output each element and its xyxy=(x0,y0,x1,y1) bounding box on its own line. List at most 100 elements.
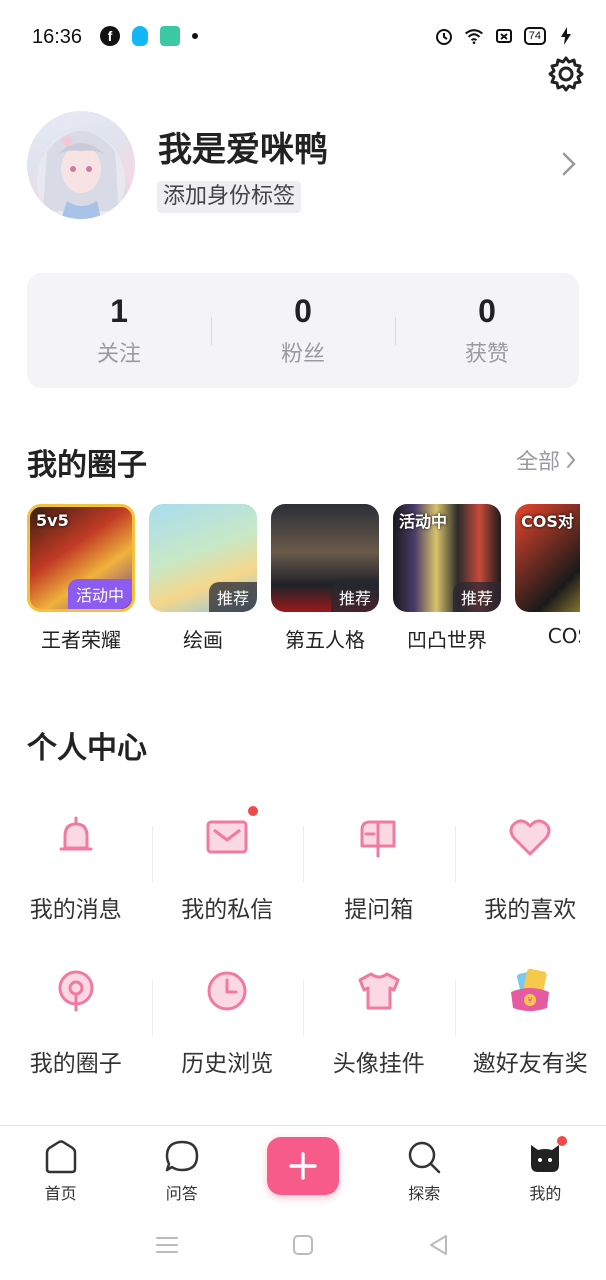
nav-mine-label: 我的 xyxy=(529,1184,562,1203)
stat-following[interactable]: 1 关注 xyxy=(27,273,211,388)
personal-center-title: 个人中心 xyxy=(27,731,147,766)
mail-icon xyxy=(206,820,248,854)
circle-item-huihua[interactable]: 推荐 绘画 xyxy=(149,504,257,654)
circle-item-cos[interactable]: COS对 推 COS xyxy=(515,504,580,654)
circle-pin-icon xyxy=(58,970,94,1012)
circle-name: COS xyxy=(547,624,580,648)
facebook-icon: f xyxy=(100,26,120,46)
grid-row: 我的圈子 历史浏览 头像挂件 ¥ 邀好友有奖 xyxy=(0,954,606,1104)
grid-label: 我的圈子 xyxy=(29,1051,122,1077)
notification-dot-icon xyxy=(557,1136,568,1146)
stats-card: 1 关注 0 粉丝 0 获赞 xyxy=(27,273,579,388)
clock-icon xyxy=(207,971,247,1011)
stat-following-label: 关注 xyxy=(96,342,141,367)
stat-followers-label: 粉丝 xyxy=(280,342,325,367)
stat-following-value: 1 xyxy=(110,293,128,329)
avatar-illustration xyxy=(37,131,125,219)
stat-likes-value: 0 xyxy=(478,293,496,329)
stat-followers-value: 0 xyxy=(294,293,312,329)
unread-dot-icon xyxy=(246,804,261,818)
battery-icon: 74 xyxy=(523,27,546,45)
stat-likes[interactable]: 0 获赞 xyxy=(395,273,579,388)
circles-all-button[interactable]: 全部 xyxy=(516,444,576,476)
invite-friends-button[interactable]: ¥ 邀好友有奖 xyxy=(454,954,606,1104)
grid-label: 我的消息 xyxy=(29,897,122,923)
circle-item-wangzhe[interactable]: 5v5 活动中 王者荣耀 xyxy=(27,504,135,654)
bottom-nav: 首页 问答 探索 我的 xyxy=(0,1125,606,1210)
grid-label: 我的喜欢 xyxy=(484,897,577,923)
mailbox-icon xyxy=(360,820,396,858)
home-square-icon[interactable] xyxy=(290,1232,316,1258)
circles-row[interactable]: 5v5 活动中 王者荣耀 推荐 绘画 推荐 第五人格 活动中 推荐 凹凸世界 C… xyxy=(27,504,580,654)
heart-icon xyxy=(509,819,551,856)
circle-name: 绘画 xyxy=(183,628,223,652)
nav-mine[interactable]: 我的 xyxy=(485,1126,606,1210)
grid-label: 邀好友有奖 xyxy=(472,1051,588,1077)
nav-explore-label: 探索 xyxy=(408,1184,441,1203)
circle-name: 王者荣耀 xyxy=(41,628,121,652)
my-private-messages-button[interactable]: 我的私信 xyxy=(151,800,304,950)
stat-followers[interactable]: 0 粉丝 xyxy=(211,273,395,388)
profile-name[interactable]: 我是爱咪鸭 xyxy=(158,122,328,171)
alarm-icon xyxy=(435,29,452,45)
nav-qa-label: 问答 xyxy=(165,1184,198,1203)
my-circles-button[interactable]: 我的圈子 xyxy=(0,954,152,1104)
my-circles-title: 我的圈子 xyxy=(27,448,147,483)
circle-thumb: 推荐 xyxy=(149,504,257,612)
home-icon xyxy=(45,1140,76,1174)
circle-thumb: 5v5 活动中 xyxy=(27,504,135,612)
grid-label: 我的私信 xyxy=(181,897,274,923)
stat-likes-label: 获赞 xyxy=(464,342,509,367)
circle-item-diwurenge[interactable]: 推荐 第五人格 xyxy=(271,504,379,654)
grid-row: 我的消息 我的私信 提问箱 我的喜欢 xyxy=(0,800,606,950)
system-nav-bar xyxy=(0,1210,606,1280)
circle-badge: 推荐 xyxy=(452,582,501,612)
nav-post[interactable] xyxy=(242,1126,363,1210)
nav-home-label: 首页 xyxy=(44,1184,77,1203)
grid-label: 头像挂件 xyxy=(332,1051,425,1077)
avatar[interactable] xyxy=(27,111,135,219)
nav-explore[interactable]: 探索 xyxy=(364,1126,485,1210)
circle-item-aotu[interactable]: 活动中 推荐 凹凸世界 xyxy=(393,504,501,654)
status-icons-right: 74 xyxy=(434,26,576,46)
settings-gear-icon[interactable] xyxy=(546,54,586,94)
circle-thumb: 活动中 推荐 xyxy=(393,504,501,612)
question-box-button[interactable]: 提问箱 xyxy=(303,800,455,950)
my-messages-button[interactable]: 我的消息 xyxy=(0,800,152,950)
circle-thumb-text: 活动中 xyxy=(399,512,448,531)
chat-icon xyxy=(165,1140,199,1172)
circle-name: 凹凸世界 xyxy=(407,628,487,652)
avatar-pendant-button[interactable]: 头像挂件 xyxy=(303,954,455,1104)
gift-icon: ¥ xyxy=(511,968,550,1011)
circle-badge: 推荐 xyxy=(208,582,257,612)
back-triangle-icon[interactable] xyxy=(426,1232,452,1258)
personal-center-grid: 我的消息 我的私信 提问箱 我的喜欢 我的圈子 历史浏览 头像挂件 ¥ 邀好友有… xyxy=(0,800,606,1104)
grid-label: 历史浏览 xyxy=(181,1051,274,1077)
my-likes-button[interactable]: 我的喜欢 xyxy=(454,800,606,950)
app-icon xyxy=(160,26,180,46)
plus-icon xyxy=(289,1152,317,1180)
circle-thumb-text: 5v5 xyxy=(36,511,69,530)
circle-badge: 推荐 xyxy=(330,582,379,612)
chevron-right-icon xyxy=(567,452,576,468)
status-icons-left: f xyxy=(100,26,198,46)
menu-icon[interactable] xyxy=(154,1232,180,1258)
nav-qa[interactable]: 问答 xyxy=(121,1126,242,1210)
profile-chevron-right-icon[interactable] xyxy=(560,150,578,178)
sim-icon xyxy=(495,29,512,43)
circle-thumb-text: COS对 xyxy=(521,512,574,531)
circle-thumb: COS对 推 xyxy=(515,504,580,612)
cat-icon-wrap xyxy=(527,1136,568,1175)
circle-name: 第五人格 xyxy=(285,628,365,652)
mail-icon-wrap xyxy=(202,804,261,862)
charging-icon xyxy=(561,27,571,45)
search-icon xyxy=(408,1141,441,1174)
nav-home[interactable]: 首页 xyxy=(0,1126,121,1210)
history-button[interactable]: 历史浏览 xyxy=(151,954,304,1104)
post-button[interactable] xyxy=(267,1137,339,1195)
status-bar: 16:36 f 74 xyxy=(0,0,606,76)
shirt-icon xyxy=(358,972,400,1010)
svg-text:¥: ¥ xyxy=(528,996,533,1005)
grid-label: 提问箱 xyxy=(344,897,414,923)
add-identity-tag-button[interactable]: 添加身份标签 xyxy=(157,181,302,213)
